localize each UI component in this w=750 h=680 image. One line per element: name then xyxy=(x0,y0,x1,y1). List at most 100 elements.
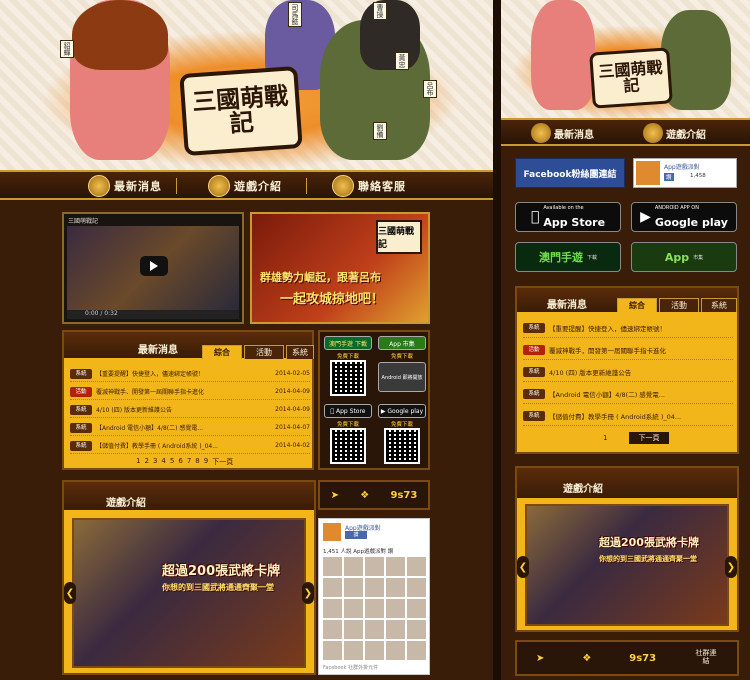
qr-code xyxy=(384,428,420,464)
news-row[interactable]: 系統 【重要提醒】快捷登入，儘速綁定帳號！ 2014-02-05 xyxy=(70,366,310,382)
page-link[interactable]: 2 xyxy=(144,457,148,467)
tab-all[interactable]: 綜合 xyxy=(202,345,242,359)
macau-games-badge[interactable]: 澳門手遊 下載 xyxy=(324,336,372,350)
macau-games-button[interactable]: 澳門手遊 下載 xyxy=(515,242,621,272)
android-badge[interactable]: Android 即將開放 xyxy=(378,362,426,392)
fan-avatar[interactable] xyxy=(407,557,426,576)
page-link[interactable]: 7 xyxy=(187,457,191,467)
intro-slide: 超過200張武將卡牌 你想的到三國武將通通齊聚一堂 xyxy=(72,518,306,668)
9173-logo[interactable]: 9s73 xyxy=(391,490,418,501)
news-row[interactable]: 系統 【重要提醒】快捷登入，儘速綁定帳號！ xyxy=(523,318,733,338)
play-button[interactable] xyxy=(140,256,168,276)
fan-avatar[interactable] xyxy=(323,557,342,576)
app-store-button[interactable]:  Available on theApp Store xyxy=(515,202,621,232)
badge-label: Android 即將開放 xyxy=(381,374,423,381)
qr-code xyxy=(330,360,366,396)
fan-avatar[interactable] xyxy=(407,578,426,597)
prev-slide-button[interactable]: ❮ xyxy=(64,582,76,604)
app-market-button[interactable]: App 市集 xyxy=(631,242,737,272)
fan-avatar[interactable] xyxy=(386,578,405,597)
next-page-link[interactable]: 下一頁 xyxy=(212,457,233,467)
google-play-button[interactable]: ▶ Google play xyxy=(378,404,426,418)
prev-slide-button[interactable]: ❮ xyxy=(517,556,529,578)
category-badge: 系統 xyxy=(70,422,92,433)
fan-avatar[interactable] xyxy=(323,641,342,660)
fan-avatar[interactable] xyxy=(386,620,405,639)
mobile-nav: 最新消息 遊戲介紹 xyxy=(501,118,750,146)
facebook-fanpage-button[interactable]: Facebook粉絲團連結 xyxy=(515,158,625,188)
9173-logo[interactable]: 9s73 xyxy=(629,653,656,664)
page-link[interactable]: 5 xyxy=(170,457,174,467)
category-badge: 系統 xyxy=(523,388,545,399)
nav-item-news[interactable]: 最新消息 xyxy=(88,175,162,197)
nav-item-support[interactable]: 聯絡客服 xyxy=(332,175,406,197)
news-row[interactable]: 系統 【儲值付費】教學手冊 ( Android系統 )_04... xyxy=(523,406,733,426)
video-controls[interactable]: 0:00 / 0:32 xyxy=(67,310,239,319)
fan-avatar[interactable] xyxy=(323,599,342,618)
fan-avatar[interactable] xyxy=(323,578,342,597)
news-date: 2014-04-07 xyxy=(275,424,310,431)
game-logo[interactable]: 三國萌戰記 xyxy=(589,47,673,109)
desktop-page: 貂蟬 司馬懿 曹操 黃忠 呂布 劉備 三國萌戰記 最新消息 遊戲介紹 聯絡客服 xyxy=(0,0,493,680)
page-link[interactable]: 8 xyxy=(195,457,199,467)
fan-avatar[interactable] xyxy=(386,557,405,576)
badge-label: App 市集 xyxy=(389,340,415,348)
tab-system[interactable]: 系統 xyxy=(286,345,314,359)
next-page-button[interactable]: 下一頁 xyxy=(629,432,669,444)
page-link[interactable]: 4 xyxy=(161,457,165,467)
tab-events[interactable]: 活動 xyxy=(659,298,699,312)
page-link[interactable]: 6 xyxy=(178,457,182,467)
nav-item-game-intro[interactable]: 遊戲介紹 xyxy=(208,175,282,197)
page-link[interactable]: 3 xyxy=(153,457,157,467)
badge-label: 澳門手遊 下載 xyxy=(329,340,367,348)
page-link[interactable]: 9 xyxy=(204,457,208,467)
free-download-label: 免費下載 xyxy=(336,354,359,360)
fan-avatar[interactable] xyxy=(344,557,363,576)
promo-banner[interactable]: 三國萌戰記 群雄勢力崛起，跟著呂布 一起攻城掠地吧！ xyxy=(250,212,430,324)
tab-system[interactable]: 系統 xyxy=(701,298,737,312)
fan-avatar[interactable] xyxy=(407,641,426,660)
google-play-button[interactable]: ▶ ANDROID APP ON Google play xyxy=(631,202,737,232)
nav-item-news[interactable]: 最新消息 xyxy=(531,123,594,143)
current-page[interactable]: 1 xyxy=(603,434,607,442)
fan-avatar[interactable] xyxy=(407,599,426,618)
news-row[interactable]: 系統 【Android 電信小額】4/8(二) 感覺電... 2014-04-0… xyxy=(70,420,310,436)
bird-icon[interactable]: ➤ xyxy=(536,653,544,664)
news-row[interactable]: 活動 覆滅神戰手、開發第一屆關聯手指卡進化 2014-04-09 xyxy=(70,384,310,400)
video-player[interactable]: 三國萌戰記 0:00 / 0:32 xyxy=(62,212,244,324)
fan-avatar[interactable] xyxy=(365,641,384,660)
page-link[interactable]: 1 xyxy=(136,457,140,467)
nav-item-game-intro[interactable]: 遊戲介紹 xyxy=(643,123,706,143)
fan-avatar[interactable] xyxy=(365,557,384,576)
next-slide-button[interactable]: ❯ xyxy=(725,556,737,578)
fan-avatar[interactable] xyxy=(344,641,363,660)
app-market-badge[interactable]: App 市集 xyxy=(378,336,426,350)
fan-avatar[interactable] xyxy=(386,599,405,618)
fan-avatar[interactable] xyxy=(344,599,363,618)
fan-avatar[interactable] xyxy=(386,641,405,660)
fb-like-button[interactable]: 讚 xyxy=(345,531,367,539)
news-row[interactable]: 系統 【Android 電信小額】4/8(二) 感覺電... xyxy=(523,384,733,404)
game-logo[interactable]: 三國萌戰記 xyxy=(179,65,303,157)
tab-all[interactable]: 綜合 xyxy=(617,298,657,312)
nav-label: 遊戲介紹 xyxy=(666,129,706,141)
fb-like-button[interactable]: 讚 xyxy=(664,173,674,181)
fan-avatar[interactable] xyxy=(323,620,342,639)
news-row[interactable]: 系統 【儲值付費】教學手冊 ( Android系統 )_04... 2014-0… xyxy=(70,438,310,454)
news-row[interactable]: 系統 4/10 (四) 版本更新維護公告 xyxy=(523,362,733,382)
app-store-button[interactable]:  App Store xyxy=(324,404,372,418)
fan-avatar[interactable] xyxy=(365,620,384,639)
fan-avatar[interactable] xyxy=(344,620,363,639)
news-row[interactable]: 系統 4/10 (四) 版本更新維護公告 2014-04-09 xyxy=(70,402,310,418)
tab-events[interactable]: 活動 xyxy=(244,345,284,359)
fan-avatar[interactable] xyxy=(365,599,384,618)
fan-avatar[interactable] xyxy=(344,578,363,597)
knot-icon[interactable]: ❖ xyxy=(582,653,591,664)
fan-avatar[interactable] xyxy=(407,620,426,639)
news-row[interactable]: 活動 覆滅神戰手，開發第一屆關聯手指卡進化 xyxy=(523,340,733,360)
next-slide-button[interactable]: ❯ xyxy=(302,582,314,604)
bird-icon[interactable]: ➤ xyxy=(331,490,339,501)
fan-avatar[interactable] xyxy=(365,578,384,597)
knot-icon[interactable]: ❖ xyxy=(360,490,369,501)
facebook-card[interactable]: App遊戲派對 讚 1,458 xyxy=(633,158,737,188)
